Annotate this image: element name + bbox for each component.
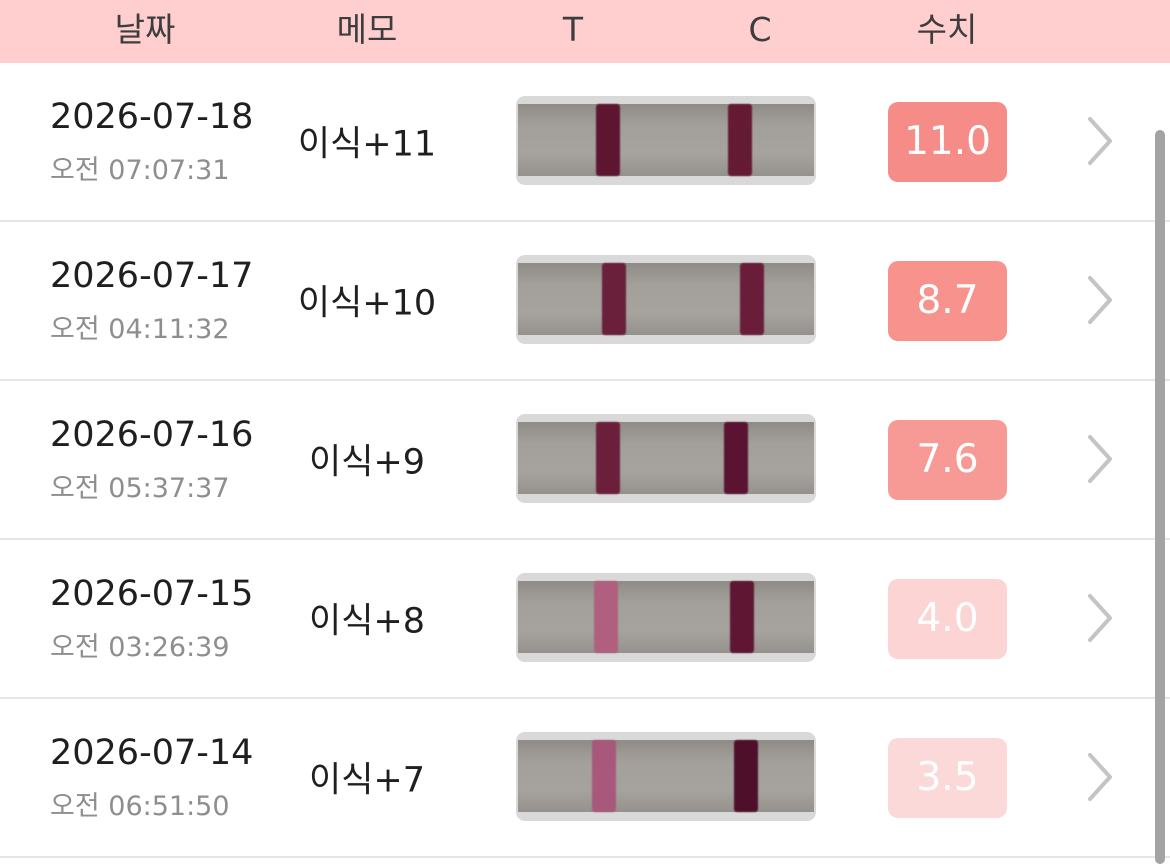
- chevron-right-icon[interactable]: [1080, 749, 1120, 805]
- row-date: 2026-07-14: [50, 733, 254, 773]
- header-c-line: C: [748, 10, 772, 49]
- t-line-mark: [592, 740, 616, 812]
- c-line-mark: [724, 422, 748, 494]
- c-line-mark: [728, 104, 752, 176]
- row-memo: 이식+9: [309, 442, 425, 483]
- test-strip-image: [516, 732, 816, 821]
- t-line-mark: [596, 422, 620, 494]
- row-time: 오전 03:26:39: [50, 632, 230, 663]
- t-line-mark: [602, 263, 626, 335]
- chevron-right-icon[interactable]: [1080, 431, 1120, 487]
- test-row[interactable]: 2026-07-16 오전 05:37:37 이식+9 7.6: [0, 381, 1170, 540]
- test-strip-image: [516, 573, 816, 662]
- row-date: 2026-07-16: [50, 415, 254, 455]
- row-date: 2026-07-15: [50, 574, 254, 614]
- t-line-mark: [596, 104, 620, 176]
- row-date: 2026-07-17: [50, 256, 254, 296]
- row-memo: 이식+7: [309, 760, 425, 801]
- test-row[interactable]: 2026-07-17 오전 04:11:32 이식+10 8.7: [0, 222, 1170, 381]
- row-memo: 이식+10: [297, 283, 437, 324]
- table-header: 날짜 메모 T C 수치: [0, 0, 1170, 63]
- row-date: 2026-07-18: [50, 97, 254, 137]
- test-strip-image: [516, 96, 816, 185]
- header-date: 날짜: [114, 10, 176, 49]
- chevron-right-icon[interactable]: [1080, 272, 1120, 328]
- value-badge: 4.0: [888, 579, 1007, 659]
- scrollbar[interactable]: [1155, 130, 1165, 864]
- chevron-right-icon[interactable]: [1080, 590, 1120, 646]
- row-time: 오전 05:37:37: [50, 473, 230, 504]
- value-badge: 8.7: [888, 261, 1007, 341]
- header-memo: 메모: [336, 10, 398, 49]
- c-line-mark: [740, 263, 764, 335]
- c-line-mark: [734, 740, 758, 812]
- row-memo: 이식+11: [297, 124, 437, 165]
- value-badge: 3.5: [888, 738, 1007, 818]
- test-row[interactable]: 2026-07-14 오전 06:51:50 이식+7 3.5: [0, 699, 1170, 858]
- value-badge: 7.6: [888, 420, 1007, 500]
- test-row[interactable]: 2026-07-18 오전 07:07:31 이식+11 11.0: [0, 63, 1170, 222]
- test-row[interactable]: 2026-07-15 오전 03:26:39 이식+8 4.0: [0, 540, 1170, 699]
- test-strip-image: [516, 255, 816, 344]
- header-t-line: T: [562, 10, 584, 49]
- row-memo: 이식+8: [309, 601, 425, 642]
- header-value: 수치: [916, 10, 978, 49]
- c-line-mark: [730, 581, 754, 653]
- row-time: 오전 04:11:32: [50, 314, 230, 345]
- chevron-right-icon[interactable]: [1080, 113, 1120, 169]
- t-line-mark: [594, 581, 618, 653]
- value-badge: 11.0: [888, 102, 1007, 182]
- test-strip-image: [516, 414, 816, 503]
- row-time: 오전 07:07:31: [50, 155, 230, 186]
- row-time: 오전 06:51:50: [50, 791, 230, 822]
- test-history-screen: 날짜 메모 T C 수치 2026-07-18 오전 07:07:31 이식+1…: [0, 0, 1170, 864]
